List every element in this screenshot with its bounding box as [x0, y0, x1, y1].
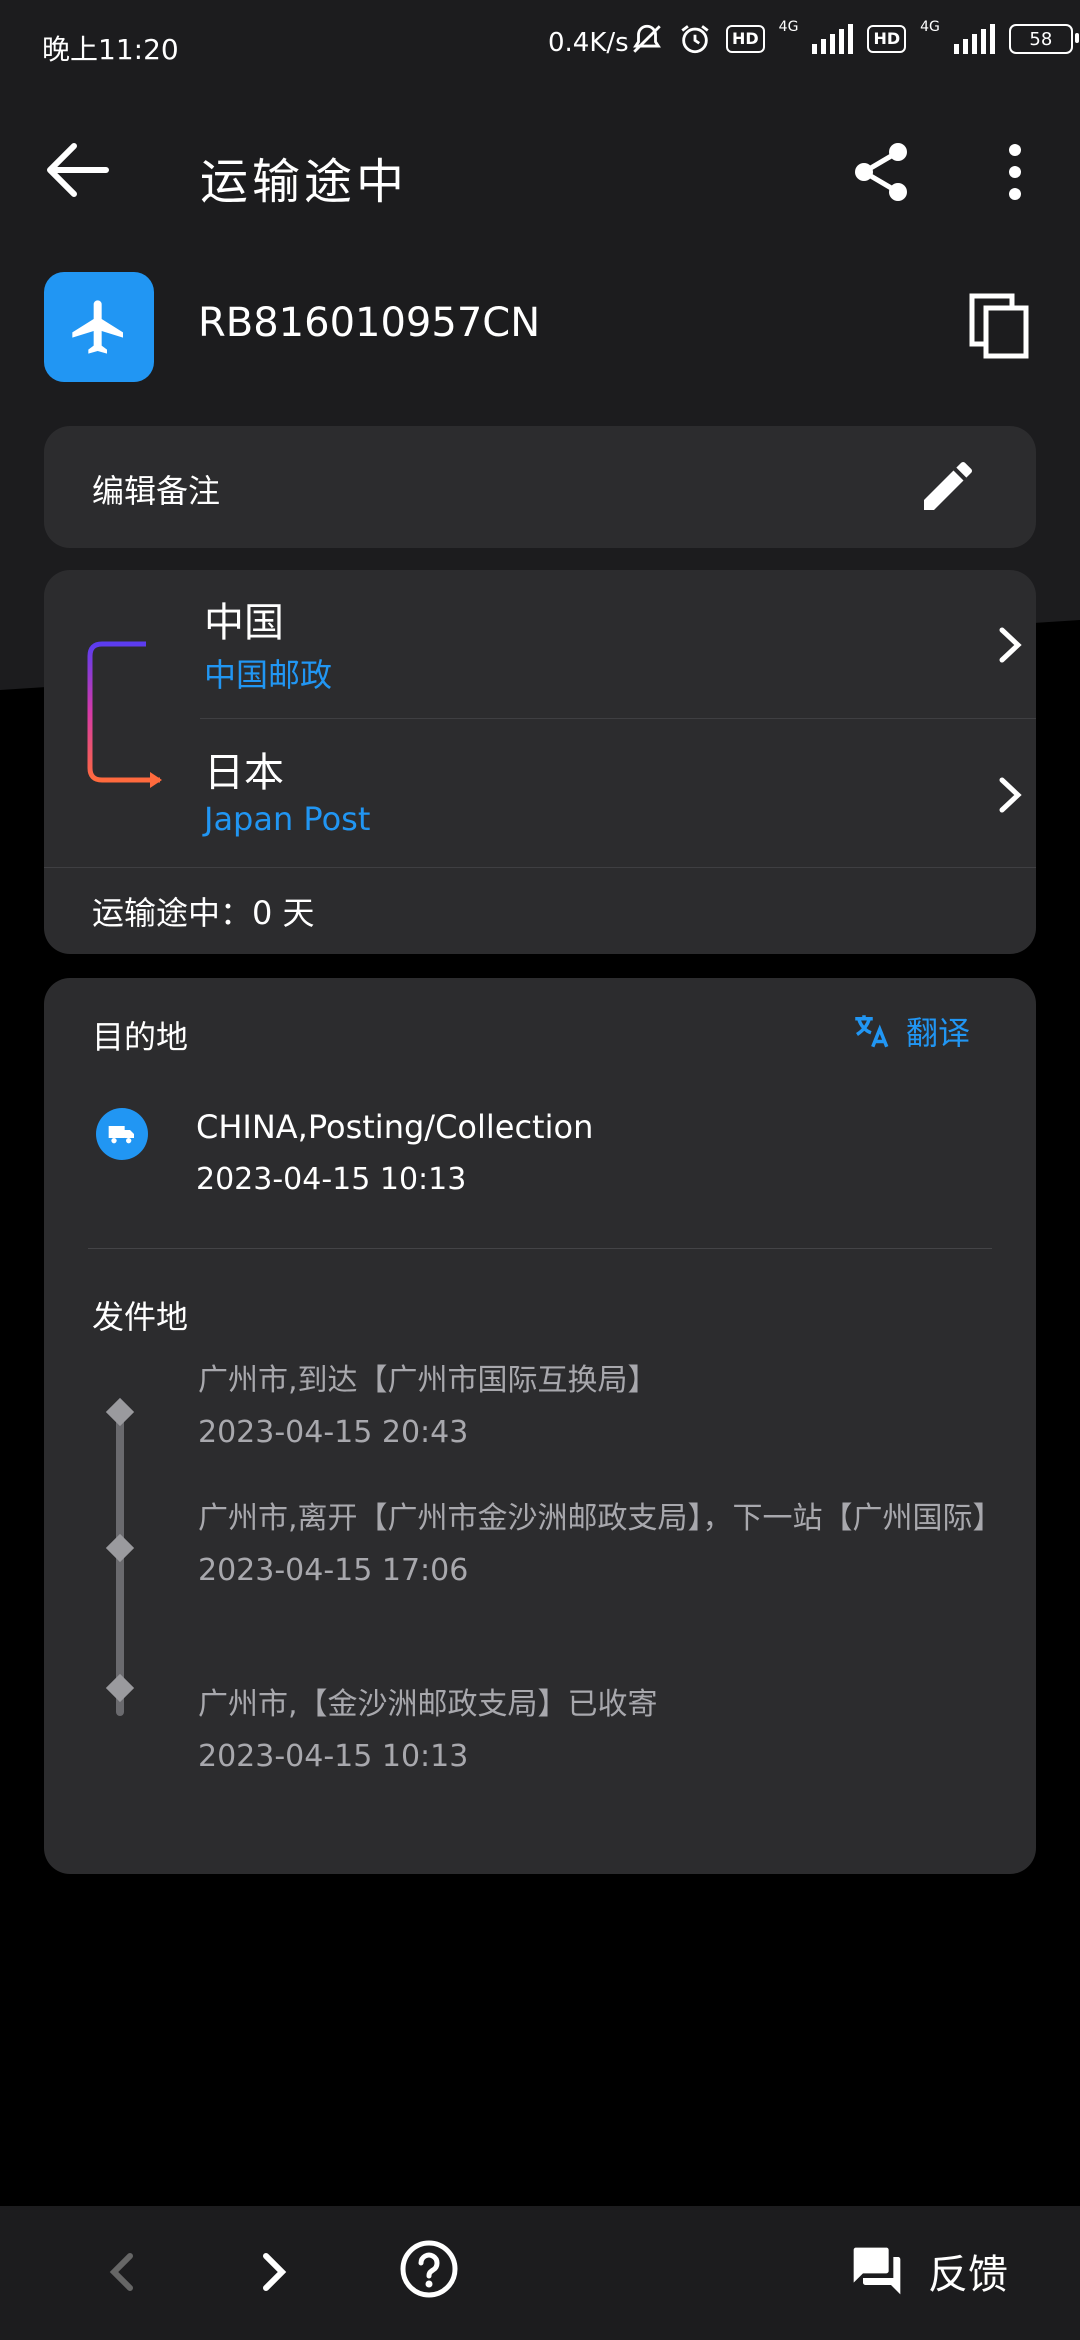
airplane-badge — [44, 272, 154, 382]
event-text: 广州市,到达【广州市国际互换局】 — [198, 1363, 658, 1398]
route-divider — [44, 867, 1036, 868]
event-text: 广州市,离开【广州市金沙洲邮政支局】，下一站【广州国际】 — [198, 1501, 1003, 1536]
timeline-dot — [105, 1397, 135, 1427]
signal-icon-2 — [953, 24, 995, 54]
back-arrow-icon[interactable] — [40, 140, 116, 200]
origin-country: 中国 — [204, 600, 284, 646]
route-origin-row[interactable]: 中国 中国邮政 — [200, 570, 1036, 719]
tracking-detail-card: 目的地 翻译 CHINA,Posting/Collection 2023-04-… — [44, 978, 1036, 1874]
route-destination-row[interactable]: 日本 Japan Post — [200, 720, 1036, 868]
timeline-dot — [105, 1673, 135, 1703]
edit-note-card[interactable]: 编辑备注 — [44, 426, 1036, 548]
battery-icon: 58 — [1008, 24, 1079, 54]
airplane-icon — [72, 300, 123, 354]
section-divider — [88, 1248, 992, 1249]
timeline-event-1: 广州市,到达【广州市国际互换局】 2023-04-15 20:43 — [198, 1358, 1018, 1456]
timeline-event-2: 广州市,离开【广州市金沙洲邮政支局】，下一站【广州国际】 2023-04-15 … — [198, 1496, 1018, 1594]
chat-bubbles-icon — [853, 2247, 901, 2295]
route-card: 中国 中国邮政 日本 Japan Post 运输途中：0 天 — [44, 570, 1036, 954]
chevron-right-icon — [999, 777, 1022, 813]
previous-arrow-icon[interactable] — [100, 2242, 144, 2302]
status-bar: 晚上11:20 0.4K/s HD 4G HD 4G 58 — [0, 0, 1080, 96]
event-time: 2023-04-15 17:06 — [198, 1553, 469, 1588]
more-options-icon[interactable] — [990, 140, 1040, 204]
share-icon[interactable] — [850, 140, 914, 204]
mute-bell-icon — [633, 24, 661, 53]
network-type-1: 4G — [778, 19, 799, 35]
truck-badge — [96, 1108, 148, 1160]
alarm-icon — [681, 25, 709, 54]
hd-badge-1: HD — [726, 25, 765, 53]
feedback-label: 反馈 — [928, 2252, 1008, 2298]
copy-icon[interactable] — [968, 292, 1032, 360]
app-header: 运输途中 — [0, 110, 1080, 230]
edit-note-label: 编辑备注 — [92, 472, 221, 510]
help-icon[interactable] — [398, 2238, 460, 2300]
translate-button[interactable]: 翻译 — [850, 1008, 970, 1054]
translate-label: 翻译 — [906, 1014, 971, 1052]
chevron-right-icon — [999, 627, 1022, 663]
destination-country: 日本 — [204, 750, 284, 796]
timeline-event-3: 广州市,【金沙洲邮政支局】已收寄 2023-04-15 10:13 — [198, 1682, 1018, 1780]
pencil-icon[interactable] — [916, 454, 980, 518]
signal-icon-1 — [812, 24, 854, 54]
network-type-2: 4G — [920, 19, 940, 35]
timeline-dot — [105, 1533, 135, 1563]
event-time: 2023-04-15 20:43 — [198, 1415, 469, 1450]
feedback-button[interactable]: 反馈 — [848, 2242, 1008, 2300]
destination-event-text: CHINA,Posting/Collection — [196, 1108, 594, 1146]
event-time: 2023-04-15 10:13 — [198, 1739, 469, 1774]
translate-icon — [855, 1015, 889, 1048]
hd-badge-2: HD — [867, 25, 907, 53]
destination-section-title: 目的地 — [92, 1018, 189, 1056]
origin-section-title: 发件地 — [92, 1298, 189, 1336]
next-arrow-icon[interactable] — [252, 2242, 296, 2302]
page-title: 运输途中 — [200, 154, 409, 210]
tracking-number: RB816010957CN — [198, 300, 541, 346]
event-text: 广州市,【金沙洲邮政支局】已收寄 — [198, 1687, 658, 1722]
status-icons: HD 4G HD 4G 58 — [630, 19, 1079, 56]
route-line-icon — [87, 641, 162, 788]
destination-carrier: Japan Post — [204, 800, 371, 838]
origin-carrier: 中国邮政 — [204, 656, 333, 694]
transit-duration: 运输途中：0 天 — [92, 894, 315, 932]
bottom-navigation: 反馈 — [0, 2206, 1080, 2340]
battery-level: 58 — [1029, 28, 1053, 50]
truck-icon — [108, 1126, 134, 1144]
network-speed: 0.4K/s — [548, 28, 629, 58]
destination-event-time: 2023-04-15 10:13 — [196, 1162, 467, 1197]
status-time: 晚上11:20 — [42, 33, 179, 66]
